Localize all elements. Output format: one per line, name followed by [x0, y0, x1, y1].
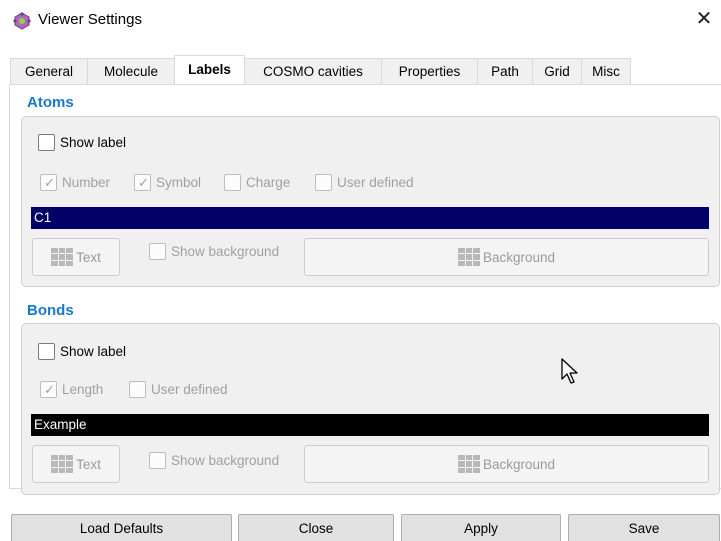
atoms-charge-checkbox[interactable]: Charge — [224, 172, 290, 192]
checkbox-box[interactable] — [38, 342, 55, 360]
checkbox-box[interactable] — [129, 380, 146, 398]
atoms-symbol-checkbox[interactable]: ✓ Symbol — [134, 172, 201, 192]
button-label: Background — [482, 249, 556, 265]
checkbox-box[interactable] — [38, 133, 55, 151]
button-label: Text — [76, 249, 101, 265]
bonds-section-title: Bonds — [27, 302, 74, 319]
bonds-background-color-button[interactable]: Background — [304, 445, 709, 483]
save-button[interactable]: Save — [568, 514, 720, 541]
color-swatch-icon — [457, 455, 480, 473]
tab-path[interactable]: Path — [477, 58, 533, 84]
tab-properties[interactable]: Properties — [381, 58, 478, 84]
bonds-label-preview: Example — [31, 414, 709, 436]
tab-bar: General Molecule Labels COSMO cavities P… — [10, 55, 631, 84]
checkbox-box[interactable]: ✓ — [40, 380, 57, 398]
bonds-show-background-checkbox[interactable]: Show background — [149, 450, 279, 470]
bonds-length-checkbox[interactable]: ✓ Length — [40, 379, 103, 399]
checkbox-box[interactable]: ✓ — [134, 173, 151, 191]
checkbox-label: Show label — [60, 134, 127, 150]
checkbox-label: Show background — [171, 452, 280, 468]
bonds-text-color-button[interactable]: Text — [32, 445, 120, 483]
checkbox-label: User defined — [337, 174, 414, 190]
title-bar: Viewer Settings ✕ — [0, 0, 721, 40]
checkbox-label: Symbol — [156, 174, 202, 190]
checkbox-box[interactable] — [224, 173, 241, 191]
checkbox-box[interactable] — [149, 451, 166, 469]
tab-labels[interactable]: Labels — [174, 55, 245, 84]
color-swatch-icon — [51, 455, 74, 473]
atoms-user-defined-checkbox[interactable]: User defined — [315, 172, 414, 192]
load-defaults-button[interactable]: Load Defaults — [11, 514, 232, 541]
color-swatch-icon — [51, 248, 74, 266]
checkmark-icon: ✓ — [44, 174, 55, 190]
mouse-cursor-icon — [561, 358, 578, 384]
tab-general[interactable]: General — [10, 58, 88, 84]
checkbox-box[interactable] — [315, 173, 332, 191]
checkbox-label: Length — [62, 381, 104, 397]
tab-molecule[interactable]: Molecule — [87, 58, 175, 84]
atoms-text-color-button[interactable]: Text — [32, 238, 120, 276]
app-molecule-icon — [13, 12, 31, 30]
close-button[interactable]: Close — [238, 514, 394, 541]
button-label: Text — [76, 456, 101, 472]
bonds-user-defined-checkbox[interactable]: User defined — [129, 379, 228, 399]
apply-button[interactable]: Apply — [401, 514, 561, 541]
color-swatch-icon — [457, 248, 480, 266]
close-icon[interactable]: ✕ — [693, 8, 715, 30]
atoms-label-preview: C1 — [31, 207, 709, 229]
tab-cosmo-cavities[interactable]: COSMO cavities — [244, 58, 382, 84]
atoms-show-background-checkbox[interactable]: Show background — [149, 241, 279, 261]
atoms-section-title: Atoms — [27, 94, 74, 111]
checkbox-label: Charge — [246, 174, 291, 190]
checkbox-label: User defined — [151, 381, 228, 397]
tab-grid[interactable]: Grid — [532, 58, 582, 84]
checkbox-box[interactable] — [149, 242, 166, 260]
bonds-show-label-checkbox[interactable]: Show label — [38, 341, 126, 361]
checkmark-icon: ✓ — [138, 174, 149, 190]
checkbox-label: Show label — [60, 343, 127, 359]
checkbox-label: Number — [62, 174, 111, 190]
checkmark-icon: ✓ — [44, 381, 55, 397]
window-title: Viewer Settings — [38, 11, 142, 28]
tab-misc[interactable]: Misc — [581, 58, 631, 84]
checkbox-label: Show background — [171, 243, 280, 259]
atoms-show-label-checkbox[interactable]: Show label — [38, 132, 126, 152]
checkbox-box[interactable]: ✓ — [40, 173, 57, 191]
atoms-number-checkbox[interactable]: ✓ Number — [40, 172, 110, 192]
atoms-background-color-button[interactable]: Background — [304, 238, 709, 276]
button-label: Background — [482, 456, 556, 472]
